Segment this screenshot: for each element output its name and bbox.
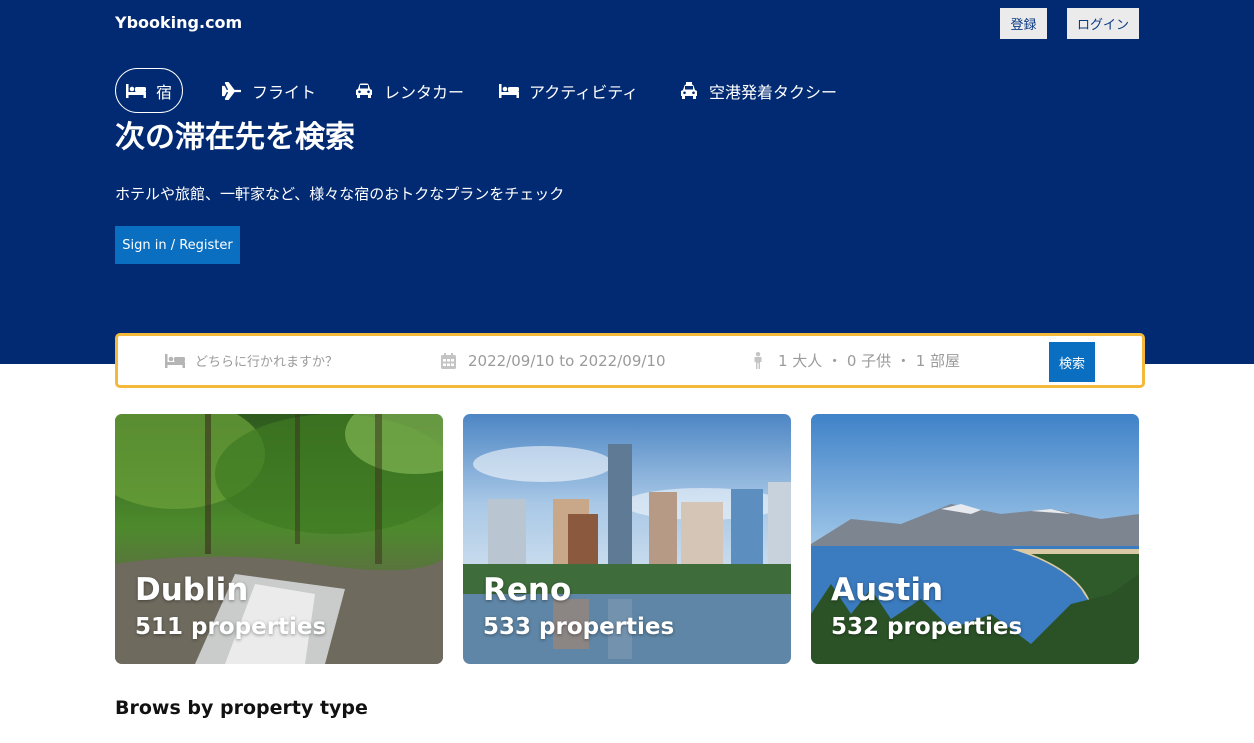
property-type-section-title: Brows by property type [115,697,368,719]
tab-stays-label: 宿 [156,82,173,102]
destination-card-reno[interactable]: Reno 533 properties [463,414,791,664]
search-button[interactable]: 検索 [1049,342,1095,382]
tab-flights[interactable]: フライト [222,68,316,113]
tab-airport-taxi[interactable]: 空港発着タクシー [679,68,837,113]
card-city-name: Reno [483,572,572,608]
card-city-name: Dublin [135,572,249,608]
plane-icon [222,81,242,101]
taxi-icon [679,81,699,101]
calendar-icon [438,351,458,371]
bed-icon [499,81,519,101]
tab-flights-label: フライト [252,82,317,102]
guests-value: 1 大人 ・ 0 子供 ・ 1 部屋 [778,352,961,370]
login-button[interactable]: ログイン [1067,8,1139,39]
date-range-input[interactable]: 2022/09/10 to 2022/09/10 [438,336,718,385]
bed-icon [126,81,146,101]
date-range-value: 2022/09/10 to 2022/09/10 [468,351,666,370]
card-property-count: 533 properties [483,614,675,640]
page-subheadline: ホテルや旅館、一軒家など、様々な宿のおトクなプランをチェック [115,185,565,203]
card-property-count: 511 properties [135,614,327,640]
card-property-count: 532 properties [831,614,1023,640]
bed-icon [165,351,185,371]
site-logo[interactable]: Ybooking.com [115,13,242,33]
search-bar: どちらに行かれますか？ 2022/09/10 to 2022/09/10 1 大… [115,333,1145,388]
sign-in-register-button[interactable]: Sign in / Register [115,226,240,264]
car-icon [354,81,374,101]
destination-placeholder: どちらに行かれますか？ [195,355,339,370]
tab-activities-label: アクティビティ [529,82,639,102]
card-city-name: Austin [831,572,944,608]
tab-stays[interactable]: 宿 [115,68,183,113]
register-button[interactable]: 登録 [1000,8,1047,39]
tab-car-rental-label: レンタカー [384,82,465,102]
tab-activities[interactable]: アクティビティ [499,68,638,113]
destination-input[interactable]: どちらに行かれますか？ [165,336,425,385]
person-icon [748,351,768,371]
page-headline: 次の滞在先を検索 [115,120,355,155]
tab-car-rental[interactable]: レンタカー [354,68,464,113]
hero-banner [0,0,1254,364]
guests-input[interactable]: 1 大人 ・ 0 子供 ・ 1 部屋 [748,336,1038,385]
destination-card-dublin[interactable]: Dublin 511 properties [115,414,443,664]
tab-airport-taxi-label: 空港発着タクシー [709,82,838,102]
destination-card-austin[interactable]: Austin 532 properties [811,414,1139,664]
